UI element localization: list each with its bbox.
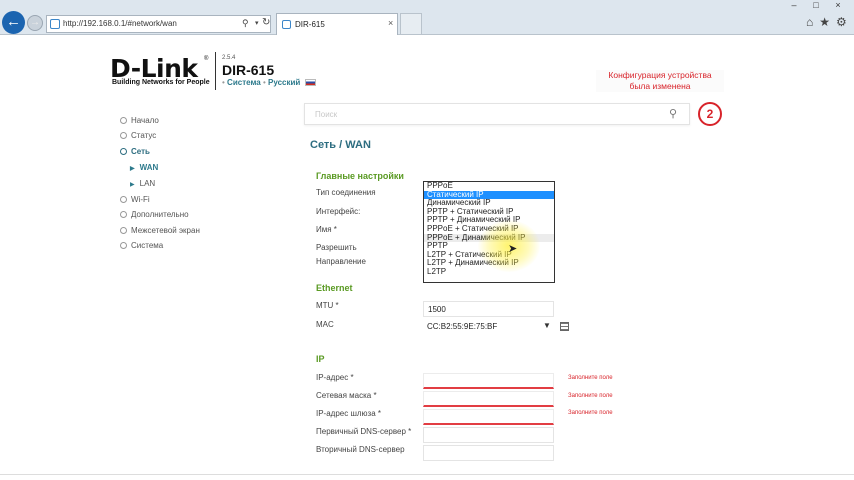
config-changed-notice[interactable]: Конфигурация устройства была изменена: [596, 70, 724, 92]
chevron-down-icon[interactable]: ▾: [255, 19, 259, 27]
search-bar[interactable]: Поиск ⚲: [304, 103, 690, 125]
browser-toolbar: ← → http://192.168.0.1/#network/wan ⚲ ▾ …: [0, 0, 854, 35]
maximize-button[interactable]: □: [805, 0, 827, 10]
dns1-input[interactable]: [423, 427, 554, 443]
search-icon[interactable]: ⚲: [669, 107, 677, 120]
logo-tagline: Building Networks for People: [112, 79, 210, 86]
ie-icon: [50, 19, 60, 29]
search-input[interactable]: Поиск: [315, 110, 337, 119]
page-bottom-edge: [0, 474, 854, 475]
dns1-label: Первичный DNS-сервер *: [316, 427, 412, 436]
dot-icon: •: [222, 78, 225, 87]
section-main-settings: Главные настройки: [316, 171, 404, 181]
sidebar-item-label: Дополнительно: [131, 210, 189, 219]
logo-trademark: ®: [204, 56, 209, 62]
sidebar-item-label: Система: [131, 241, 164, 250]
home-icon[interactable]: ⌂: [806, 15, 813, 29]
russia-flag-icon: [304, 79, 316, 86]
error-message: Заполните поле: [568, 393, 613, 399]
sidebar-item-label: Начало: [131, 116, 159, 125]
favorites-icon[interactable]: ★: [819, 15, 830, 29]
gateway-input[interactable]: [423, 409, 554, 425]
browser-tab[interactable]: DIR-615 ×: [276, 13, 398, 35]
sidebar-item-wan[interactable]: ▶ WAN: [130, 163, 158, 172]
sidebar-item-system[interactable]: Система: [120, 241, 163, 250]
tab-title: DIR-615: [295, 20, 325, 29]
sidebar-item-firewall[interactable]: Межсетевой экран: [120, 226, 200, 235]
mac-select[interactable]: CC:B2:55:9E:75:BF: [423, 320, 554, 334]
page-title: Сеть / WAN: [310, 139, 371, 151]
ip-address-label: IP-адрес *: [316, 373, 354, 382]
netmask-label: Сетевая маска *: [316, 391, 377, 400]
chevron-down-icon[interactable]: ▼: [543, 321, 551, 330]
notice-line: была изменена: [629, 81, 691, 91]
new-tab-button[interactable]: [400, 13, 422, 34]
sidebar-item-label: Сеть: [131, 147, 150, 156]
triangle-right-icon: ▶: [130, 182, 135, 188]
netmask-input[interactable]: [423, 391, 554, 407]
gear-icon: [120, 132, 127, 139]
mtu-label: MTU *: [316, 301, 339, 310]
notice-line: Конфигурация устройства: [608, 70, 712, 80]
sidebar-item-status[interactable]: Статус: [120, 131, 156, 140]
notification-badge[interactable]: 2: [698, 102, 722, 126]
gear-icon: [120, 148, 127, 155]
gear-icon: [120, 227, 127, 234]
cursor-icon: ➤: [508, 243, 518, 255]
triangle-right-icon: ▶: [130, 166, 135, 172]
conn-type-label: Тип соединения: [316, 188, 376, 197]
dot-icon: •: [262, 78, 266, 87]
back-button[interactable]: ←: [2, 11, 25, 34]
system-menu-link[interactable]: Система: [227, 78, 261, 87]
dns2-label: Вторичный DNS-сервер: [316, 445, 405, 454]
refresh-icon[interactable]: ↻: [262, 17, 270, 28]
window-controls: – □ ×: [783, 0, 854, 13]
sidebar-item-lan[interactable]: ▶ LAN: [130, 179, 155, 188]
connection-type-dropdown[interactable]: PPPoE Статический IP Динамический IP PPT…: [423, 181, 555, 283]
sidebar-item-home[interactable]: Начало: [120, 116, 159, 125]
settings-gear-icon[interactable]: ⚙: [836, 15, 847, 29]
search-icon[interactable]: ⚲: [242, 18, 249, 29]
sidebar-item-wifi[interactable]: Wi-Fi: [120, 195, 150, 204]
name-label: Имя *: [316, 225, 337, 234]
toolbar-icons: ⌂ ★ ⚙: [806, 15, 853, 29]
gear-icon: [120, 242, 127, 249]
forward-button[interactable]: →: [27, 15, 43, 31]
sidebar-item-label: Wi-Fi: [131, 195, 150, 204]
error-message: Заполните поле: [568, 410, 613, 416]
sidebar-item-network[interactable]: Сеть: [120, 147, 150, 156]
close-tab-icon[interactable]: ×: [388, 18, 393, 28]
language-link[interactable]: Русский: [268, 78, 300, 87]
allow-label: Разрешить: [316, 243, 357, 252]
gear-icon: [120, 117, 127, 124]
sidebar-item-label: LAN: [139, 179, 156, 188]
interface-label: Интерфейс:: [316, 207, 361, 216]
gateway-label: IP-адрес шлюза *: [316, 409, 381, 418]
close-window-button[interactable]: ×: [827, 0, 849, 10]
model-name: DIR-615: [222, 62, 275, 78]
sidebar-item-label: Статус: [131, 131, 157, 140]
header-divider: [215, 52, 216, 90]
page-icon: [282, 20, 291, 29]
header-menu: • Система • Русский: [222, 78, 316, 87]
section-ip: IP: [316, 354, 325, 364]
gear-icon: [120, 196, 127, 203]
error-message: Заполните поле: [568, 375, 613, 381]
gear-icon: [120, 211, 127, 218]
firmware-version: 2.5.4: [222, 55, 236, 61]
section-ethernet: Ethernet: [316, 283, 353, 293]
dns2-input[interactable]: [423, 445, 554, 461]
address-text[interactable]: http://192.168.0.1/#network/wan: [63, 19, 177, 28]
address-bar[interactable]: http://192.168.0.1/#network/wan ⚲ ▾ ↻: [46, 15, 271, 33]
sidebar-item-label: WAN: [139, 163, 159, 172]
mtu-input[interactable]: 1500: [423, 301, 554, 317]
ip-address-input[interactable]: [423, 373, 554, 389]
sidebar-item-label: Межсетевой экран: [131, 226, 200, 235]
sidebar-item-advanced[interactable]: Дополнительно: [120, 210, 189, 219]
dropdown-option[interactable]: L2TP: [424, 267, 554, 277]
direction-label: Направление: [316, 257, 366, 266]
minimize-button[interactable]: –: [783, 0, 805, 10]
mac-label: MAC: [316, 320, 334, 329]
network-card-icon[interactable]: [560, 322, 569, 331]
